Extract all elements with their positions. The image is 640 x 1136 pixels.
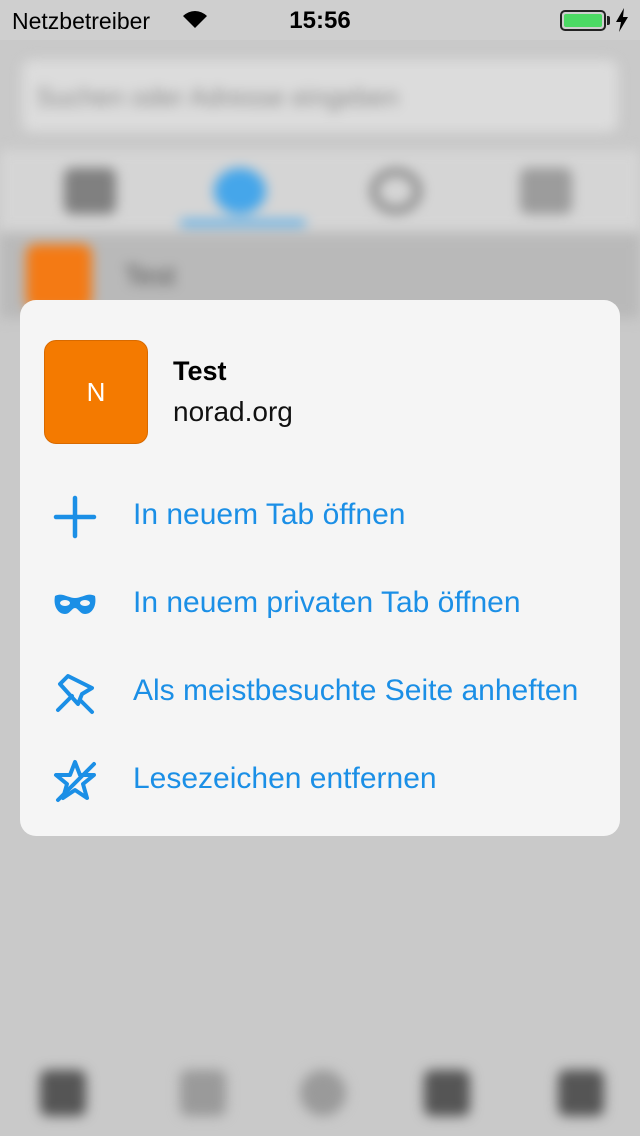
battery-icon [560,10,606,31]
plus-icon [53,495,97,539]
open-in-private-tab-item[interactable]: In neuem privaten Tab öffnen [20,560,620,648]
favicon-letter: N [86,376,106,407]
private-mask-icon [54,594,96,614]
open-in-new-tab-item[interactable]: In neuem Tab öffnen [20,472,620,560]
reload-icon[interactable] [300,1070,346,1116]
url-bar[interactable]: Suchen oder Adresse eingeben [22,60,618,132]
bottom-toolbar [0,1040,640,1136]
tabs-icon[interactable] [424,1070,470,1116]
battery-tip [607,16,610,25]
context-menu: N Test norad.org In neuem Tab öffnen In … [20,300,620,836]
top-sites-icon[interactable] [64,168,116,214]
pin-top-site-item[interactable]: Als meistbesuchte Seite anheften [20,648,620,736]
open-in-private-tab-label: In neuem privaten Tab öffnen [133,586,521,619]
menu-icon[interactable] [558,1070,604,1116]
bookmark-row-title: Test [124,260,176,291]
site-title: Test [173,356,227,386]
open-in-new-tab-label: In neuem Tab öffnen [133,498,406,531]
forward-icon[interactable] [180,1070,226,1116]
reading-list-icon[interactable] [520,168,572,214]
url-bar-placeholder: Suchen oder Adresse eingeben [36,82,399,112]
pin-top-site-label: Als meistbesuchte Seite anheften [133,674,579,707]
home-panel-tabs [0,150,640,230]
charging-bolt-icon [616,8,628,32]
status-bar: Netzbetreiber 15:56 [0,0,640,40]
bookmarks-icon[interactable] [214,168,266,214]
remove-bookmark-item[interactable]: Lesezeichen entfernen [20,736,620,824]
status-time: 15:56 [289,7,351,34]
site-url: norad.org [173,396,293,427]
remove-bookmark-label: Lesezeichen entfernen [133,762,437,795]
site-favicon: N [44,340,148,444]
back-icon[interactable] [40,1070,86,1116]
remove-bookmark-icon [54,760,96,802]
active-tab-indicator [180,220,306,226]
pin-icon [56,674,94,714]
history-icon[interactable] [370,168,422,214]
